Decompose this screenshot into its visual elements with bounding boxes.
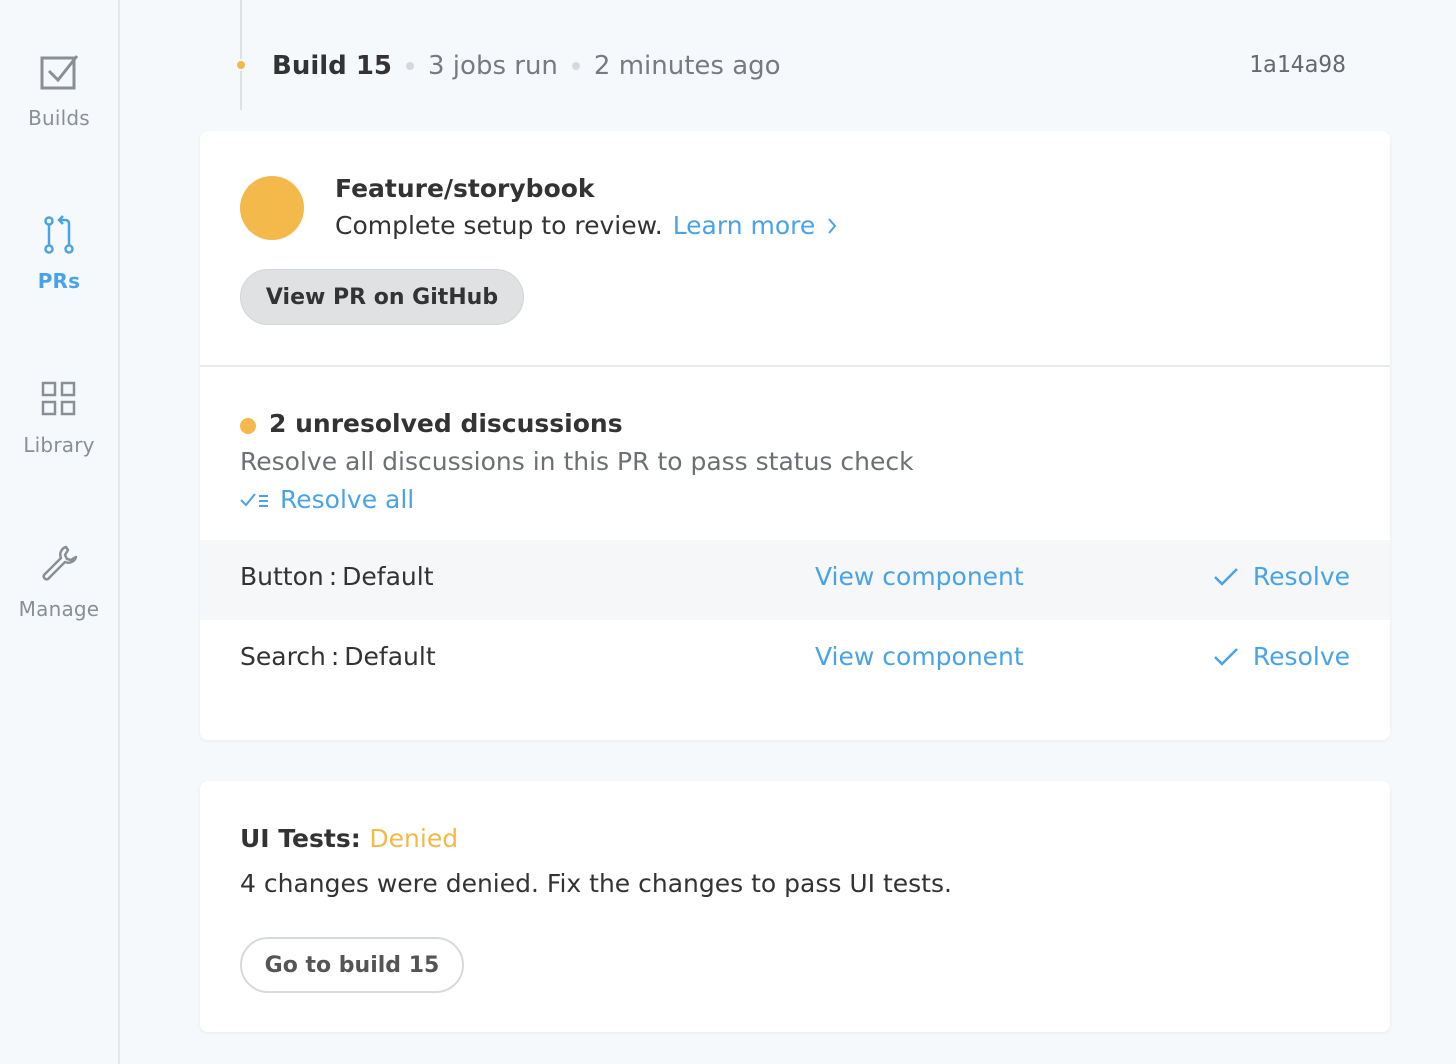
ui-tests-card: UI Tests: Denied 4 changes were denied. … xyxy=(200,781,1390,1032)
sidebar-item-builds[interactable]: Builds xyxy=(0,52,118,130)
build-status-dot xyxy=(235,59,247,71)
pr-description-text: Complete setup to review. xyxy=(335,211,663,240)
separator-dot xyxy=(406,62,414,70)
check-icon xyxy=(1213,567,1239,587)
sidebar-item-label: Manage xyxy=(18,597,100,621)
sidebar-item-manage[interactable]: Manage xyxy=(0,543,118,621)
build-header: Build 15 3 jobs run 2 minutes ago xyxy=(272,48,781,84)
pr-description: Complete setup to review. Learn more xyxy=(335,211,837,240)
sidebar: Builds PRs Library Manage xyxy=(0,0,120,1064)
discussions-title: 2 unresolved discussions xyxy=(269,409,623,438)
pull-request-icon xyxy=(39,215,79,255)
view-component-link[interactable]: View component xyxy=(815,562,1024,591)
ui-tests-description: 4 changes were denied. Fix the changes t… xyxy=(240,869,952,898)
build-time: 2 minutes ago xyxy=(593,51,781,81)
discussions-description: Resolve all discussions in this PR to pa… xyxy=(240,447,914,476)
grid-icon xyxy=(39,379,79,419)
checklist-icon xyxy=(240,490,270,510)
build-title[interactable]: Build 15 xyxy=(272,51,392,81)
resolve-label: Resolve xyxy=(1252,562,1350,591)
go-to-build-button[interactable]: Go to build 15 xyxy=(240,937,464,993)
sidebar-item-library[interactable]: Library xyxy=(0,379,118,457)
resolve-label: Resolve xyxy=(1252,642,1350,671)
resolve-button[interactable]: Resolve xyxy=(1213,562,1350,591)
commit-hash[interactable]: 1a14a98 xyxy=(1249,52,1346,78)
resolve-all-label: Resolve all xyxy=(280,485,415,514)
sidebar-item-label: Library xyxy=(23,433,95,457)
check-icon xyxy=(1213,647,1239,667)
wrench-icon xyxy=(39,543,79,583)
sidebar-item-prs[interactable]: PRs xyxy=(0,215,118,293)
sidebar-item-label: PRs xyxy=(37,269,81,293)
ui-tests-title: UI Tests: Denied xyxy=(240,824,458,853)
divider xyxy=(200,365,1390,367)
sidebar-item-label: Builds xyxy=(28,106,90,130)
avatar xyxy=(240,176,304,240)
learn-more-link[interactable]: Learn more xyxy=(673,211,816,240)
build-jobs: 3 jobs run xyxy=(428,51,558,81)
discussion-status-dot xyxy=(240,418,256,434)
component-name: Search : Default xyxy=(240,642,436,671)
pr-title: Feature/storybook xyxy=(335,174,595,203)
discussion-row: Search : Default View component Resolve xyxy=(200,620,1390,700)
timeline-line xyxy=(240,0,242,110)
resolve-button[interactable]: Resolve xyxy=(1213,642,1350,671)
view-pr-github-button[interactable]: View PR on GitHub xyxy=(240,269,524,325)
component-name: Button : Default xyxy=(240,562,434,591)
discussion-row: Button : Default View component Resolve xyxy=(200,540,1390,620)
pr-card: Feature/storybook Complete setup to revi… xyxy=(200,131,1390,740)
builds-checkbox-icon xyxy=(39,52,79,92)
chevron-right-icon[interactable] xyxy=(827,217,837,235)
resolve-all-button[interactable]: Resolve all xyxy=(240,485,414,514)
ui-tests-status: Denied xyxy=(369,824,459,853)
ui-tests-label: UI Tests: xyxy=(240,824,361,853)
separator-dot xyxy=(571,62,580,70)
view-component-link[interactable]: View component xyxy=(815,642,1024,671)
